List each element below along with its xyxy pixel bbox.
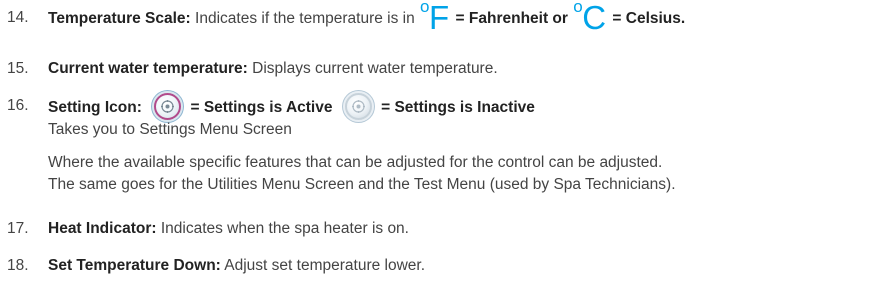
settings-active-label: = Settings is Active bbox=[190, 99, 333, 116]
item-number: 16. bbox=[7, 97, 29, 114]
item-number: 18. bbox=[7, 257, 29, 274]
item-text: Displays current water temperature. bbox=[252, 60, 498, 77]
item-term: Heat Indicator: bbox=[48, 220, 157, 237]
degree-icon: o bbox=[420, 0, 430, 16]
celsius-label: = Celsius. bbox=[612, 10, 686, 27]
item-text: Adjust set temperature lower. bbox=[224, 257, 426, 274]
item-number: 15. bbox=[7, 60, 29, 77]
item-term: Set Temperature Down: bbox=[48, 257, 221, 274]
settings-inactive-gear-icon bbox=[344, 93, 372, 120]
item-number: 17. bbox=[7, 220, 29, 237]
item-term: Setting Icon: bbox=[48, 99, 142, 116]
celsius-symbol: oC bbox=[573, 0, 607, 36]
item-text: Indicates when the spa heater is on. bbox=[160, 220, 409, 237]
settings-inactive-label: = Settings is Inactive bbox=[381, 99, 535, 116]
item-text: Takes you to Settings Menu Screen bbox=[48, 121, 292, 138]
item-number: 14. bbox=[7, 9, 29, 26]
item-term: Current water temperature: bbox=[48, 60, 248, 77]
item-text: The same goes for the Utilities Menu Scr… bbox=[48, 176, 676, 193]
fahrenheit-label: = Fahrenheit or bbox=[455, 10, 568, 27]
fahrenheit-symbol: oF bbox=[420, 0, 450, 36]
degree-icon: o bbox=[573, 0, 583, 16]
item-text: Indicates if the temperature is in bbox=[195, 10, 415, 27]
settings-active-gear-icon bbox=[154, 93, 182, 120]
item-term: Temperature Scale: bbox=[48, 10, 191, 27]
